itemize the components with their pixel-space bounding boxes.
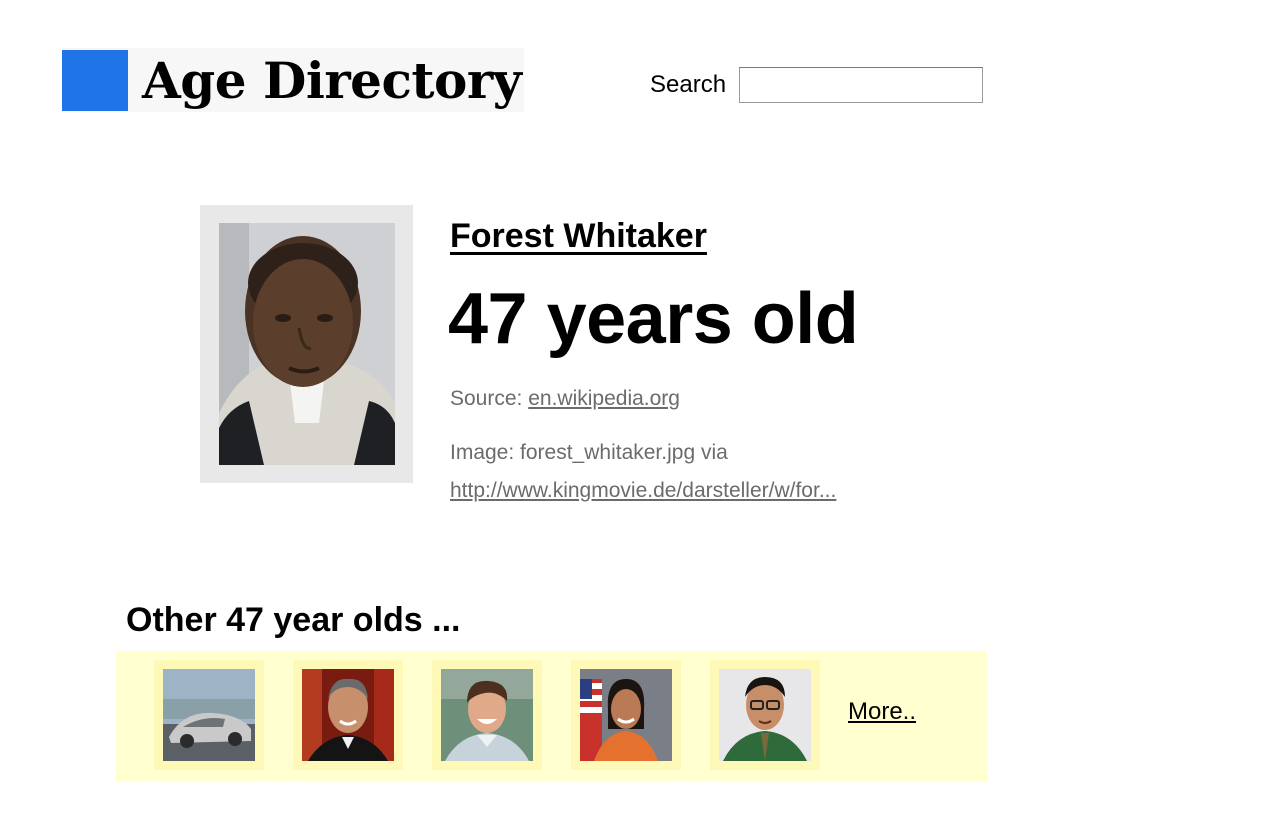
search-label: Search [650,71,727,98]
astronaut-photo-icon [580,669,672,761]
source-link[interactable]: en.wikipedia.org [528,387,680,410]
other-section-heading: Other 47 year olds ... [126,601,461,639]
thumbnail-man-glasses[interactable] [710,660,820,770]
thumbnail-smiling-man[interactable] [432,660,542,770]
car-photo-icon [163,669,255,761]
image-source-link[interactable]: http://www.kingmovie.de/darsteller/w/for… [450,479,836,502]
man-tuxedo-photo-icon [302,669,394,761]
search-input[interactable] [739,67,983,103]
source-line: Source: en.wikipedia.org [450,385,680,413]
source-label: Source: [450,387,523,410]
thumbnail-man-tuxedo[interactable] [293,660,403,770]
logo-square-icon [62,50,128,111]
age-heading: 47 years old [448,279,859,359]
more-link[interactable]: More.. [848,697,916,727]
thumbnail-car[interactable] [154,660,264,770]
site-logo[interactable]: Age Directory [62,48,524,112]
profile-photo[interactable] [219,223,395,465]
man-glasses-photo-icon [719,669,811,761]
person-name-link[interactable]: Forest Whitaker [450,214,707,258]
image-credit-label: Image: forest_whitaker.jpg via [450,441,728,464]
smiling-man-photo-icon [441,669,533,761]
thumbnail-astronaut[interactable] [571,660,681,770]
profile-photo-frame [200,205,413,483]
site-title: Age Directory [142,51,522,110]
person-portrait-icon [219,223,395,465]
image-credit-line: http://www.kingmovie.de/darsteller/w/for… [450,477,836,505]
